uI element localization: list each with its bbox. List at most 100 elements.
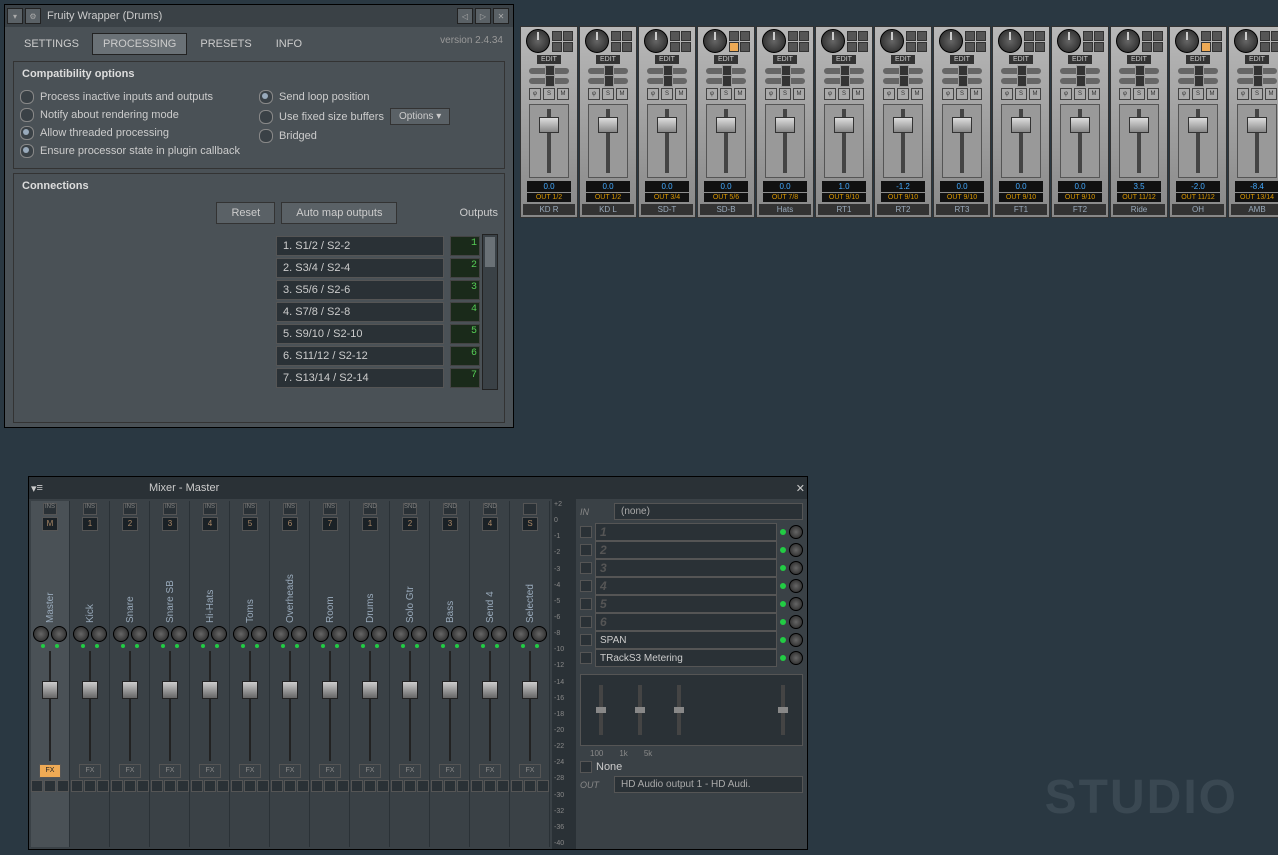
volume-fader[interactable] (116, 651, 144, 761)
track-label[interactable]: Toms (245, 531, 256, 625)
track-label[interactable]: Kick (85, 531, 96, 625)
output-field[interactable]: 6. S11/12 / S2-12 (276, 346, 444, 366)
mixer-track[interactable]: INS 5 Toms FX (231, 501, 270, 847)
pan-slider[interactable] (529, 68, 569, 74)
route-c[interactable] (377, 780, 389, 792)
send-slider[interactable] (588, 78, 628, 84)
track-index[interactable]: 2 (402, 517, 418, 531)
stereo-knob[interactable] (451, 626, 467, 642)
send-slider[interactable] (1060, 78, 1100, 84)
opt-c[interactable] (847, 42, 857, 52)
automap-button[interactable]: Auto map outputs (281, 202, 397, 224)
solo-button[interactable]: φ (883, 88, 895, 100)
opt-a[interactable] (670, 31, 680, 41)
tab-info[interactable]: INFO (265, 33, 313, 55)
track-header[interactable]: INS (83, 503, 97, 515)
slot-mix-knob[interactable] (789, 579, 803, 593)
opt-a[interactable] (906, 31, 916, 41)
stereo-knob[interactable] (131, 626, 147, 642)
pan-knob[interactable] (393, 626, 409, 642)
opt-c[interactable] (1024, 42, 1034, 52)
route-b[interactable] (284, 780, 296, 792)
route-b[interactable] (524, 780, 536, 792)
track-index[interactable]: S (522, 517, 538, 531)
route-a[interactable] (191, 780, 203, 792)
mixer-track[interactable]: INS M Master FX (31, 501, 70, 847)
edit-button[interactable]: EDIT (1127, 55, 1151, 64)
opt-a[interactable] (788, 31, 798, 41)
opt-d[interactable] (917, 42, 927, 52)
opt-a[interactable] (729, 31, 739, 41)
route-c[interactable] (97, 780, 109, 792)
pan-slider[interactable] (765, 68, 805, 74)
channel-name[interactable]: Hats (759, 204, 811, 215)
slot-mix-knob[interactable] (789, 615, 803, 629)
options-button[interactable]: Options ▾ (390, 108, 450, 125)
stereo-knob[interactable] (531, 626, 547, 642)
solo-button[interactable]: φ (1237, 88, 1249, 100)
gain-knob[interactable] (1175, 29, 1199, 53)
opt-a[interactable] (1142, 31, 1152, 41)
fixed-buffers-checkbox[interactable] (259, 110, 273, 124)
track-label[interactable]: Send 4 (485, 531, 496, 625)
track-index[interactable]: 5 (242, 517, 258, 531)
route-a[interactable] (471, 780, 483, 792)
mixer-close-icon[interactable]: ✕ (796, 482, 805, 495)
slot-led-icon[interactable] (780, 655, 786, 661)
solo-button[interactable]: φ (529, 88, 541, 100)
track-label[interactable]: Room (325, 531, 336, 625)
eq-mid-slider[interactable] (638, 685, 642, 735)
solo-button[interactable]: φ (1001, 88, 1013, 100)
fx-button[interactable]: FX (159, 764, 181, 778)
mute-button[interactable]: M (793, 88, 805, 100)
volume-fader[interactable] (1237, 104, 1277, 178)
fx-button[interactable]: FX (199, 764, 221, 778)
mute-button[interactable]: M (557, 88, 569, 100)
stereo-knob[interactable] (51, 626, 67, 642)
fx-button[interactable]: FX (239, 764, 261, 778)
pan-slider[interactable] (706, 68, 746, 74)
pan-slider[interactable] (647, 68, 687, 74)
solo-button[interactable]: S (1015, 88, 1027, 100)
solo-button[interactable]: S (1133, 88, 1145, 100)
mute-button[interactable]: M (616, 88, 628, 100)
edit-button[interactable]: EDIT (1068, 55, 1092, 64)
solo-button[interactable]: S (838, 88, 850, 100)
gain-knob[interactable] (762, 29, 786, 53)
channel-name[interactable]: SD-T (641, 204, 693, 215)
volume-fader[interactable] (588, 104, 628, 178)
maximize-icon[interactable]: ▷ (475, 8, 491, 24)
pan-knob[interactable] (513, 626, 529, 642)
send-slider[interactable] (1178, 78, 1218, 84)
track-index[interactable]: 7 (322, 517, 338, 531)
gain-knob[interactable] (998, 29, 1022, 53)
stereo-knob[interactable] (371, 626, 387, 642)
gain-knob[interactable] (880, 29, 904, 53)
output-route[interactable]: OUT 3/4 (645, 193, 689, 202)
output-num[interactable]: 6 (450, 346, 480, 366)
gain-knob[interactable] (585, 29, 609, 53)
opt-b[interactable] (1035, 31, 1045, 41)
solo-button[interactable]: S (543, 88, 555, 100)
tab-settings[interactable]: SETTINGS (13, 33, 90, 55)
pan-knob[interactable] (433, 626, 449, 642)
track-label[interactable]: Selected (525, 531, 536, 625)
volume-fader[interactable] (396, 651, 424, 761)
opt-b[interactable] (622, 31, 632, 41)
track-label[interactable]: Bass (445, 531, 456, 625)
gain-knob[interactable] (644, 29, 668, 53)
output-route[interactable]: OUT 11/12 (1117, 193, 1161, 202)
volume-fader[interactable] (1178, 104, 1218, 178)
slot-name[interactable]: 2 (595, 541, 777, 559)
pan-slider[interactable] (883, 68, 923, 74)
opt-c[interactable] (1142, 42, 1152, 52)
send-slider[interactable] (1237, 78, 1277, 84)
track-header[interactable]: SND (443, 503, 457, 515)
channel-name[interactable]: OH (1172, 204, 1224, 215)
solo-button[interactable]: φ (1119, 88, 1131, 100)
solo-button[interactable]: S (1192, 88, 1204, 100)
opt-b[interactable] (563, 31, 573, 41)
slot-led-icon[interactable] (780, 637, 786, 643)
slot-mix-knob[interactable] (789, 525, 803, 539)
track-label[interactable]: Drums (365, 531, 376, 625)
